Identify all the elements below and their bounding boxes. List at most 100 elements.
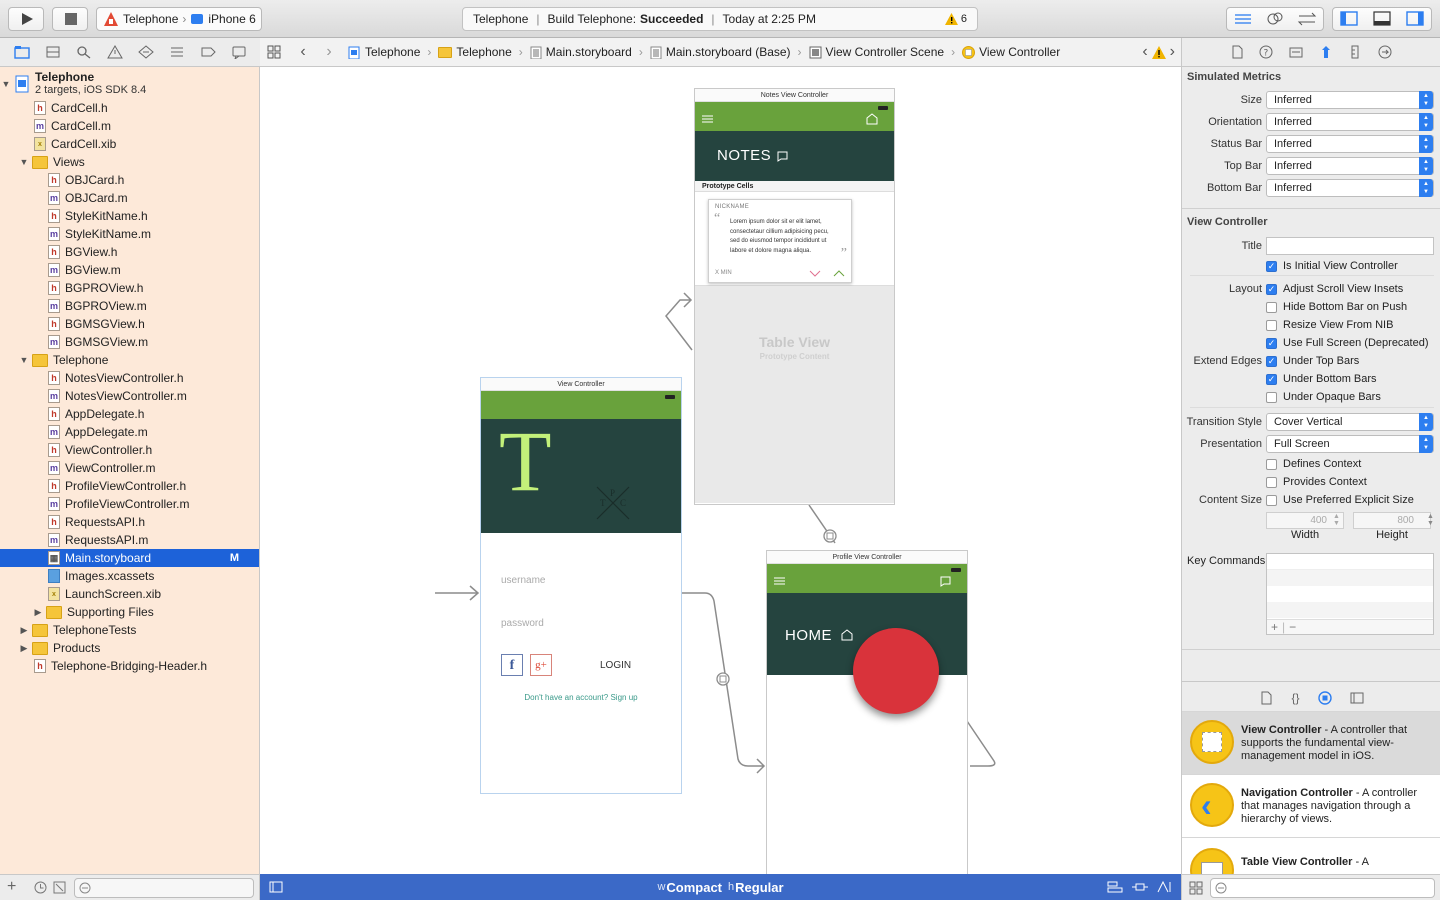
file-item[interactable]: h BGMSGView.h	[0, 315, 259, 333]
breadcrumb-item[interactable]: Telephone	[365, 45, 420, 59]
file-item[interactable]: h ProfileViewController.h	[0, 477, 259, 495]
grid-view-icon[interactable]	[1189, 881, 1203, 895]
bottom-bar-popup[interactable]: Inferred ▲ ▼	[1266, 179, 1434, 197]
key-commands-table[interactable]: + | −	[1266, 553, 1434, 635]
size-class-bar[interactable]: w Compact h Regular	[260, 874, 1181, 900]
help-inspector-icon[interactable]: ?	[1259, 45, 1273, 59]
file-item[interactable]: h CardCell.h	[0, 99, 259, 117]
password-field[interactable]: password	[501, 618, 661, 634]
filter-input[interactable]	[74, 878, 254, 898]
debug-icon[interactable]	[169, 45, 185, 59]
connections-inspector-icon[interactable]	[1378, 45, 1392, 59]
use-full-screen-checkbox[interactable]: ✓ Use Full Screen (Deprecated)	[1266, 337, 1429, 349]
initial-vc-checkbox[interactable]: ✓ Is Initial View Controller	[1266, 260, 1398, 272]
library-item-view-controller[interactable]: View Controller - A controller that supp…	[1182, 711, 1440, 775]
file-item[interactable]: x CardCell.xib	[0, 135, 259, 153]
disclosure-closed-icon[interactable]: ▶	[18, 643, 30, 654]
under-opaque-bars-checkbox[interactable]: Under Opaque Bars	[1266, 391, 1381, 403]
breadcrumb-item[interactable]: View Controller	[979, 45, 1060, 59]
file-inspector-icon[interactable]	[1230, 45, 1244, 59]
breadcrumb-item[interactable]: Main.storyboard	[546, 45, 632, 59]
library-filter-input[interactable]	[1210, 878, 1435, 898]
activity-viewer[interactable]: Telephone | Build Telephone: Succeeded |…	[462, 7, 978, 31]
file-item[interactable]: h BGPROView.h	[0, 279, 259, 297]
document-outline-icon[interactable]	[269, 881, 283, 893]
profile-action-button[interactable]	[853, 628, 939, 714]
group-item[interactable]: ▶ Supporting Files	[0, 603, 259, 621]
stop-button[interactable]	[52, 7, 88, 31]
group-item[interactable]: ▼ Views	[0, 153, 259, 171]
file-item-selected[interactable]: ▦ Main.storyboard M	[0, 549, 259, 567]
file-item[interactable]: h OBJCard.h	[0, 171, 259, 189]
file-item[interactable]: m CardCell.m	[0, 117, 259, 135]
file-item[interactable]: h StyleKitName.h	[0, 207, 259, 225]
file-item[interactable]: x LaunchScreen.xib	[0, 585, 259, 603]
report-icon[interactable]	[231, 45, 247, 59]
file-item[interactable]: m BGView.m	[0, 261, 259, 279]
breakpoint-icon[interactable]	[200, 45, 216, 59]
related-items-icon[interactable]	[264, 44, 290, 60]
disclosure-open-icon[interactable]: ▼	[0, 79, 12, 89]
view-toggle-control[interactable]	[1332, 7, 1432, 31]
preferred-size-checkbox[interactable]: Use Preferred Explicit Size	[1266, 494, 1414, 506]
back-icon[interactable]: ‹	[296, 43, 310, 61]
symbol-icon[interactable]	[45, 45, 61, 59]
size-inspector-icon[interactable]	[1348, 45, 1362, 59]
library-item-table-view-controller[interactable]: Table View Controller - A	[1182, 837, 1440, 874]
resolve-issues-icon[interactable]	[1157, 881, 1173, 893]
file-item[interactable]: Images.xcassets	[0, 567, 259, 585]
resize-from-nib-checkbox[interactable]: Resize View From NIB	[1266, 319, 1393, 331]
group-item[interactable]: ▼ Telephone	[0, 351, 259, 369]
username-field[interactable]: username	[501, 575, 661, 591]
title-field[interactable]	[1266, 237, 1434, 255]
profile-scene[interactable]: Profile View Controller HOME	[766, 550, 968, 874]
status-bar-popup[interactable]: Inferred ▲ ▼	[1266, 135, 1434, 153]
attributes-inspector-icon[interactable]	[1319, 45, 1333, 59]
editor-mode-control[interactable]	[1226, 7, 1324, 31]
disclosure-closed-icon[interactable]: ▶	[32, 607, 44, 618]
file-item[interactable]: m AppDelegate.m	[0, 423, 259, 441]
orientation-popup[interactable]: Inferred ▲ ▼	[1266, 113, 1434, 131]
pin-icon[interactable]	[1132, 881, 1148, 893]
file-item[interactable]: m ViewController.m	[0, 459, 259, 477]
breadcrumb-item[interactable]: Main.storyboard (Base)	[666, 45, 791, 59]
search-icon[interactable]	[76, 45, 92, 59]
google-plus-icon[interactable]: g+	[530, 654, 552, 676]
prototype-cell[interactable]: NICKNAME “ Lorem ipsum dolor sit er elit…	[695, 192, 894, 286]
signup-link[interactable]: Sign up	[610, 693, 637, 702]
next-issue-icon[interactable]: ›	[1170, 43, 1175, 61]
add-icon[interactable]: +	[1271, 620, 1278, 634]
disclosure-open-icon[interactable]: ▼	[18, 157, 30, 167]
file-item[interactable]: m BGPROView.m	[0, 297, 259, 315]
disclosure-open-icon[interactable]: ▼	[18, 355, 30, 365]
media-library-icon[interactable]	[1350, 691, 1364, 705]
presentation-popup[interactable]: Full Screen ▲ ▼	[1266, 435, 1434, 453]
stepper-icon[interactable]: ▲ ▼	[1333, 513, 1340, 527]
file-item[interactable]: m OBJCard.m	[0, 189, 259, 207]
forward-icon[interactable]: ›	[322, 43, 336, 61]
file-item[interactable]: m StyleKitName.m	[0, 225, 259, 243]
library-item-navigation-controller[interactable]: ‹ Navigation Controller - A controller t…	[1182, 774, 1440, 838]
scheme-selector[interactable]: Telephone › iPhone 6	[96, 7, 262, 31]
file-item[interactable]: m RequestsAPI.m	[0, 531, 259, 549]
login-scene[interactable]: View Controller T PTC username password …	[480, 377, 682, 794]
height-field[interactable]: 800	[1353, 512, 1431, 529]
run-button[interactable]	[8, 7, 44, 31]
login-button[interactable]: LOGIN	[600, 660, 631, 671]
top-bar-popup[interactable]: Inferred ▲ ▼	[1266, 157, 1434, 175]
file-item[interactable]: m ProfileViewController.m	[0, 495, 259, 513]
warning-icon[interactable]	[1151, 45, 1166, 59]
object-library-icon[interactable]	[1317, 690, 1332, 705]
source-control-filter-icon[interactable]	[53, 881, 66, 894]
file-item[interactable]: h BGView.h	[0, 243, 259, 261]
stepper-icon[interactable]: ▲ ▼	[1427, 513, 1434, 527]
folder-icon[interactable]	[13, 45, 30, 59]
file-item[interactable]: h NotesViewController.h	[0, 369, 259, 387]
file-item[interactable]: h RequestsAPI.h	[0, 513, 259, 531]
transition-style-popup[interactable]: Cover Vertical ▲ ▼	[1266, 413, 1434, 431]
file-item[interactable]: m NotesViewController.m	[0, 387, 259, 405]
warning-indicator[interactable]: 6	[944, 13, 967, 25]
file-item[interactable]: m BGMSGView.m	[0, 333, 259, 351]
adjust-scroll-insets-checkbox[interactable]: ✓ Adjust Scroll View Insets	[1266, 283, 1403, 295]
test-icon[interactable]	[137, 45, 154, 59]
